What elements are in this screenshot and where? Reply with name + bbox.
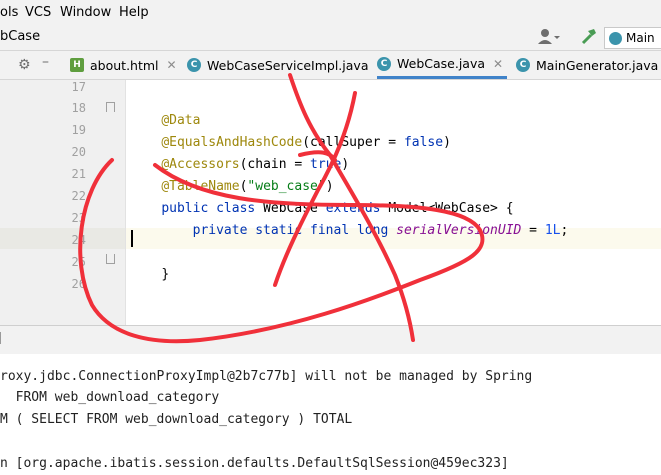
code-line-25: } <box>130 252 169 297</box>
tab-webcaseserviceimpl[interactable]: C WebCaseServiceImpl.java ✕ <box>187 51 387 79</box>
code-editor[interactable]: 17 18 19 20 21 22 23 24 25 26 @Data @Equ… <box>0 80 661 325</box>
menu-bar: ols VCS Window Help <box>0 0 661 25</box>
menu-code[interactable]: ols <box>0 5 18 20</box>
console-line: M ( SELECT FROM web_download_category ) … <box>0 412 353 427</box>
code-text: ) <box>443 135 451 150</box>
keyword: private static final long <box>161 223 397 238</box>
line-number: 24 <box>71 233 86 247</box>
java-class-icon: C <box>377 56 391 71</box>
java-class-icon: C <box>516 58 530 72</box>
tab-label: about.html <box>90 57 159 73</box>
console-line: FROM web_download_category <box>0 390 220 405</box>
text-caret <box>131 230 133 247</box>
tab-maingenerator[interactable]: C MainGenerator.java ✕ <box>516 51 661 79</box>
line-number: 22 <box>71 189 86 203</box>
close-icon[interactable]: ✕ <box>167 58 177 72</box>
console-line: n [org.apache.ibatis.session.defaults.De… <box>0 456 509 471</box>
number-literal: 1L <box>544 223 561 238</box>
menu-vcs[interactable]: VCS <box>25 5 51 20</box>
line-number: 23 <box>71 211 86 225</box>
minimize-icon[interactable]: – <box>42 54 49 70</box>
line-number: 21 <box>71 167 86 181</box>
code-text: ; <box>560 223 569 238</box>
editor-tab-bar: ⚙ – H about.html ✕ C WebCaseServiceImpl.… <box>0 51 661 80</box>
line-number: 25 <box>71 255 86 269</box>
navigation-bar: bCase Main <box>0 25 661 51</box>
html-file-icon: H <box>70 58 84 72</box>
tab-about-html[interactable]: H about.html ✕ <box>70 51 177 79</box>
tab-label: WebCaseServiceImpl.java <box>207 57 369 73</box>
menu-window[interactable]: Window <box>60 5 111 20</box>
java-class-icon <box>609 31 622 45</box>
line-number: 20 <box>71 145 86 159</box>
keyword: false <box>403 135 444 150</box>
console-line: roxy.jdbc.ConnectionProxyImpl@2b7c77b] w… <box>0 369 533 384</box>
tab-label: MainGenerator.java <box>536 57 659 73</box>
code-text: ) <box>341 157 350 172</box>
line-number: 18 <box>71 101 86 115</box>
breadcrumb[interactable]: bCase <box>0 29 40 44</box>
code-text: } <box>161 267 170 282</box>
run-config-label: Main <box>626 31 655 45</box>
run-configuration-select[interactable]: Main <box>604 27 661 49</box>
line-number: 19 <box>71 123 86 137</box>
minimize-icon[interactable] <box>0 332 7 344</box>
field-name: serialVersionUID <box>396 223 522 238</box>
run-panel-header <box>0 325 661 355</box>
code-line-23: private static final long serialVersionU… <box>130 208 569 253</box>
user-icon[interactable] <box>537 27 561 49</box>
line-number: 17 <box>71 80 86 94</box>
fold-marker-icon[interactable] <box>106 254 115 264</box>
tab-webcase[interactable]: C WebCase.java ✕ <box>377 51 508 79</box>
tab-label: WebCase.java <box>397 56 486 71</box>
close-icon[interactable]: ✕ <box>493 57 503 71</box>
gear-icon[interactable]: ⚙ <box>18 57 31 73</box>
menu-help[interactable]: Help <box>119 5 149 20</box>
fold-marker-icon[interactable] <box>106 102 115 112</box>
line-number: 26 <box>71 277 86 291</box>
code-text: = <box>521 223 545 238</box>
build-hammer-icon[interactable] <box>580 27 598 49</box>
java-class-icon: C <box>187 58 201 72</box>
console-output[interactable]: roxy.jdbc.ConnectionProxyImpl@2b7c77b] w… <box>0 354 661 475</box>
